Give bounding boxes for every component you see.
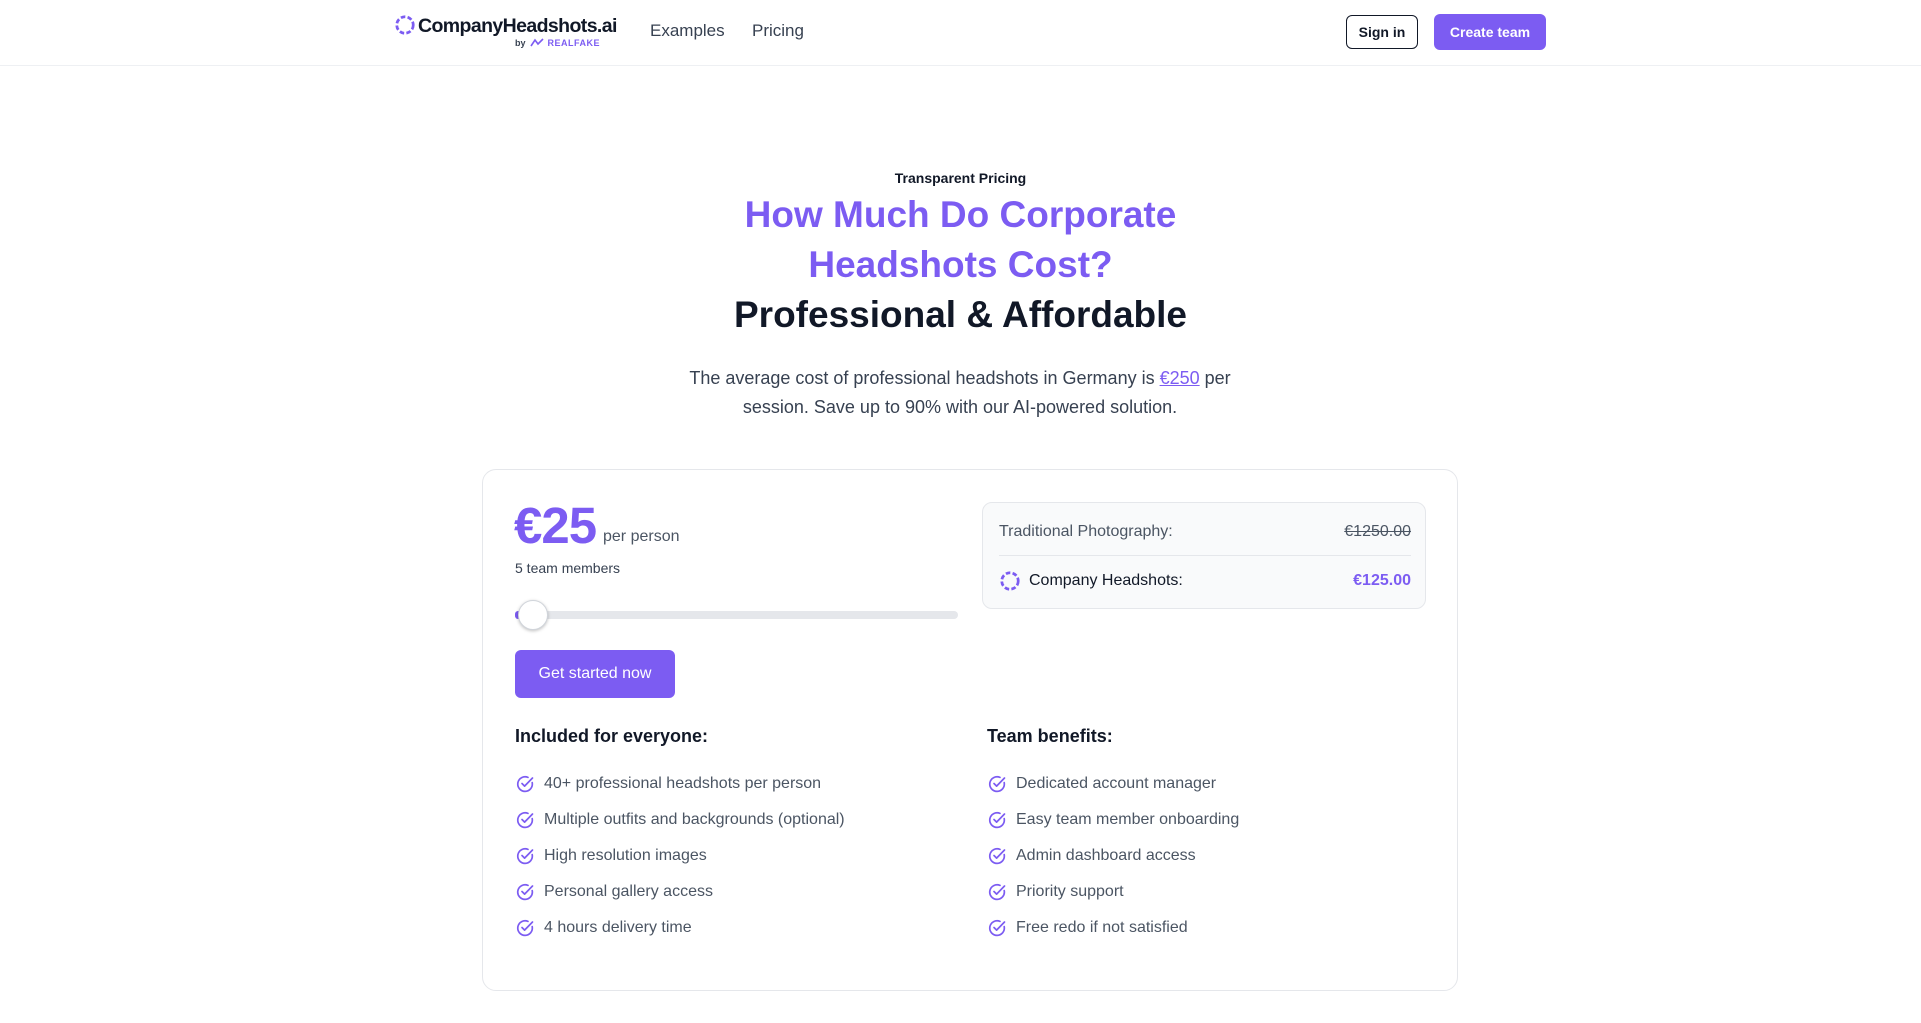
list-item: Dedicated account manager — [987, 766, 1239, 802]
company-price: €125.00 — [1353, 572, 1411, 589]
included-list: 40+ professional headshots per person Mu… — [515, 766, 845, 946]
hero-subtext: The average cost of professional headsho… — [660, 364, 1260, 422]
nav-pricing[interactable]: Pricing — [752, 21, 804, 41]
team-benefits-list: Dedicated account manager Easy team memb… — [987, 766, 1239, 946]
traditional-price: €1250.00 — [1344, 523, 1411, 540]
price-unit: per person — [603, 528, 680, 545]
list-item: 4 hours delivery time — [515, 910, 845, 946]
check-circle-icon — [516, 811, 534, 829]
list-item: Easy team member onboarding — [987, 802, 1239, 838]
logo-by-line: by REALFAKE — [515, 38, 600, 48]
check-circle-icon — [988, 811, 1006, 829]
site-header: CompanyHeadshots.ai by REALFAKE Examples… — [0, 0, 1921, 66]
check-circle-icon — [516, 919, 534, 937]
list-item: Multiple outfits and backgrounds (option… — [515, 802, 845, 838]
check-circle-icon — [988, 919, 1006, 937]
team-size-label: 5 team members — [515, 560, 621, 576]
title-line-3: Professional & Affordable — [734, 294, 1187, 335]
list-item-label: Priority support — [1016, 883, 1124, 900]
team-size-slider[interactable] — [515, 611, 958, 619]
traditional-row: Traditional Photography: €1250.00 — [999, 523, 1411, 541]
title-line-2: Headshots Cost? — [808, 244, 1113, 285]
list-item-label: Dedicated account manager — [1016, 775, 1217, 792]
get-started-button[interactable]: Get started now — [515, 650, 675, 698]
list-item-label: 4 hours delivery time — [544, 919, 692, 936]
create-team-button[interactable]: Create team — [1434, 14, 1546, 50]
list-item: Personal gallery access — [515, 874, 845, 910]
list-item: Priority support — [987, 874, 1239, 910]
subtext-before: The average cost of professional headsho… — [689, 368, 1160, 388]
average-cost-link[interactable]: €250 — [1160, 368, 1200, 388]
price-comparison-box: Traditional Photography: €1250.00 Compan… — [982, 502, 1426, 609]
list-item: High resolution images — [515, 838, 845, 874]
logo[interactable]: CompanyHeadshots.ai by REALFAKE — [394, 14, 617, 54]
title-line-1: How Much Do Corporate — [744, 194, 1177, 235]
company-label: Company Headshots: — [1029, 572, 1183, 589]
aperture-logo-icon — [395, 15, 415, 35]
list-item-label: Easy team member onboarding — [1016, 811, 1240, 828]
list-item-label: 40+ professional headshots per person — [544, 775, 822, 792]
pricing-eyebrow: Transparent Pricing — [894, 170, 1027, 186]
check-circle-icon — [988, 847, 1006, 865]
list-item: 40+ professional headshots per person — [515, 766, 845, 802]
logo-text: CompanyHeadshots.ai — [418, 15, 617, 37]
slider-handle[interactable] — [518, 600, 548, 630]
sign-in-button[interactable]: Sign in — [1346, 15, 1418, 49]
aperture-logo-icon — [1000, 571, 1020, 591]
comparison-divider — [999, 555, 1411, 556]
company-label-group: Company Headshots: — [999, 570, 1183, 592]
nav-examples[interactable]: Examples — [650, 21, 725, 41]
list-item-label: High resolution images — [544, 847, 707, 864]
team-benefits-title: Team benefits: — [987, 726, 1113, 746]
list-item: Free redo if not satisfied — [987, 910, 1239, 946]
check-circle-icon — [988, 883, 1006, 901]
list-item-label: Admin dashboard access — [1016, 847, 1196, 864]
page-title: How Much Do Corporate Headshots Cost? Pr… — [0, 190, 1921, 340]
company-row: Company Headshots: €125.00 — [999, 570, 1411, 592]
logo-by-text: by — [515, 38, 526, 48]
realfake-mark-icon — [529, 38, 544, 47]
price-per-person: €25 — [514, 497, 597, 554]
traditional-label: Traditional Photography: — [999, 523, 1173, 540]
check-circle-icon — [516, 775, 534, 793]
included-title: Included for everyone: — [515, 726, 709, 746]
list-item: Admin dashboard access — [987, 838, 1239, 874]
list-item-label: Multiple outfits and backgrounds (option… — [544, 811, 845, 828]
logo-brand-text: REALFAKE — [547, 38, 601, 48]
check-circle-icon — [516, 883, 534, 901]
check-circle-icon — [988, 775, 1006, 793]
check-circle-icon — [516, 847, 534, 865]
list-item-label: Personal gallery access — [544, 883, 713, 900]
list-item-label: Free redo if not satisfied — [1016, 919, 1188, 936]
